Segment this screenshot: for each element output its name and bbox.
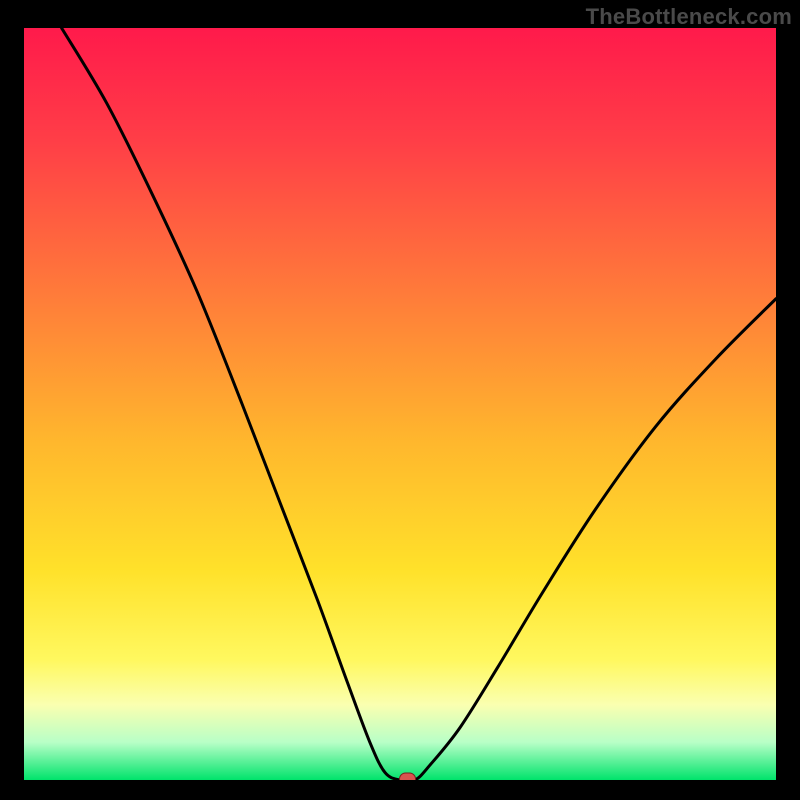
chart-frame: TheBottleneck.com xyxy=(0,0,800,800)
watermark-text: TheBottleneck.com xyxy=(586,4,792,30)
optimal-point-marker xyxy=(400,773,416,780)
plot-area xyxy=(24,28,776,780)
bottleneck-chart xyxy=(24,28,776,780)
gradient-background xyxy=(24,28,776,780)
